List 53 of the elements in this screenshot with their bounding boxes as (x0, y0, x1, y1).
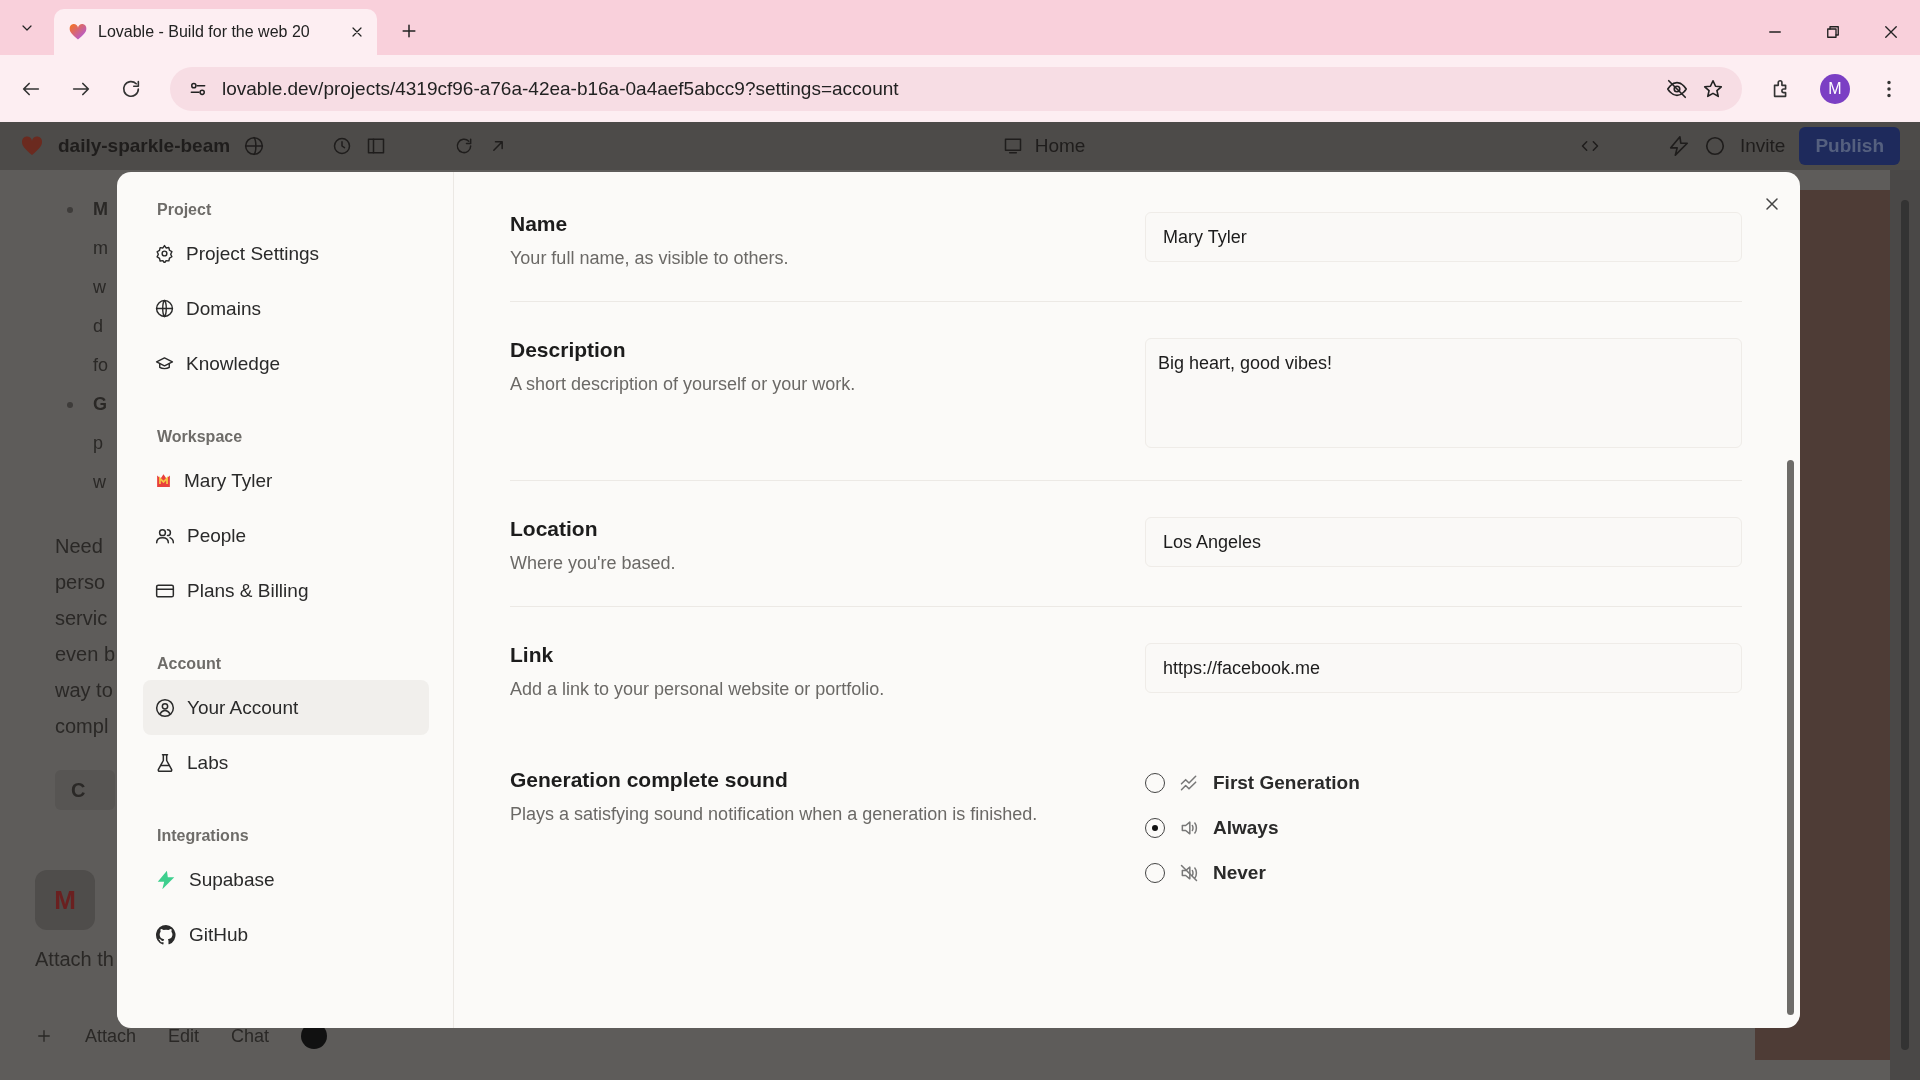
section-heading: Workspace (156, 427, 244, 447)
sidebar-item[interactable]: Labs (143, 735, 429, 790)
tab-title: Lovable - Build for the web 20 (98, 23, 311, 41)
sidebar-item[interactable]: Mary Tyler (143, 453, 429, 508)
description-field[interactable]: Big heart, good vibes! (1145, 338, 1742, 448)
close-icon[interactable] (1882, 23, 1900, 41)
url-text: lovable.dev/projects/4319cf96-a76a-42ea-b16a-0a4aef5abcc9?settings=account (222, 77, 900, 100)
heart-logo-icon (20, 134, 44, 158)
sidebar-item[interactable]: Knowledge (143, 336, 429, 391)
profile-avatar[interactable]: M (1820, 73, 1850, 104)
field-label: Location (510, 517, 599, 541)
field-hint: Add a link to your personal website or portfolio. (510, 679, 885, 700)
sidebar-item[interactable]: People (143, 508, 429, 563)
muted-speaker-icon (1179, 863, 1199, 883)
option-label[interactable]: First Generation (1213, 772, 1360, 794)
option-label[interactable]: Never (1213, 862, 1266, 884)
section-heading: Integrations (156, 826, 250, 846)
field-label: Generation complete sound (510, 768, 789, 792)
field-hint: Your full name, as visible to others. (510, 248, 789, 269)
option-label[interactable]: Always (1213, 817, 1279, 839)
field-label: Name (510, 212, 569, 236)
globe-icon (155, 299, 174, 318)
star-icon[interactable] (1702, 77, 1724, 100)
heart-logo-icon (68, 22, 88, 42)
sidebar-item[interactable]: Project Settings (143, 226, 429, 281)
text-field[interactable]: Los Angeles (1145, 517, 1742, 567)
bullet-dot (67, 401, 73, 408)
field-hint: Plays a satisfying sound notification when a generation is finished. (510, 804, 1038, 825)
browser-tab[interactable]: Lovable - Build for the web 20 (54, 9, 377, 55)
scrollbar-thumb[interactable] (1787, 460, 1794, 1015)
restore-icon[interactable] (1824, 23, 1842, 41)
sidebar-item[interactable]: Plans & Billing (143, 563, 429, 618)
bullet-dot (67, 206, 73, 213)
field-hint: A short description of yourself or your work. (510, 374, 856, 395)
text-field[interactable]: https://facebook.me (1145, 643, 1742, 693)
gear-icon (155, 244, 174, 263)
zigzag-icon (1179, 773, 1199, 793)
flask-icon (155, 752, 175, 773)
sidebar-item[interactable]: GitHub (143, 907, 429, 962)
logo-icon (155, 472, 172, 489)
eye-off-icon[interactable] (1666, 77, 1688, 100)
sidebar-item[interactable]: Your Account (143, 680, 429, 735)
sidebar-item[interactable]: Supabase (143, 852, 429, 907)
bolt-icon (155, 868, 177, 891)
user-circle-icon (155, 697, 175, 718)
sidebar-item[interactable]: Domains (143, 281, 429, 336)
text-field[interactable]: Mary Tyler (1145, 212, 1742, 262)
address-bar[interactable]: lovable.dev/projects/4319cf96-a76a-42ea-b16a-0a4aef5abcc9?settings=account (170, 66, 1742, 111)
section-heading: Project (156, 200, 213, 220)
section-heading: Account (156, 654, 222, 674)
field-label: Link (510, 643, 555, 667)
field-label: Description (510, 338, 627, 362)
field-hint: Where you're based. (510, 553, 676, 574)
